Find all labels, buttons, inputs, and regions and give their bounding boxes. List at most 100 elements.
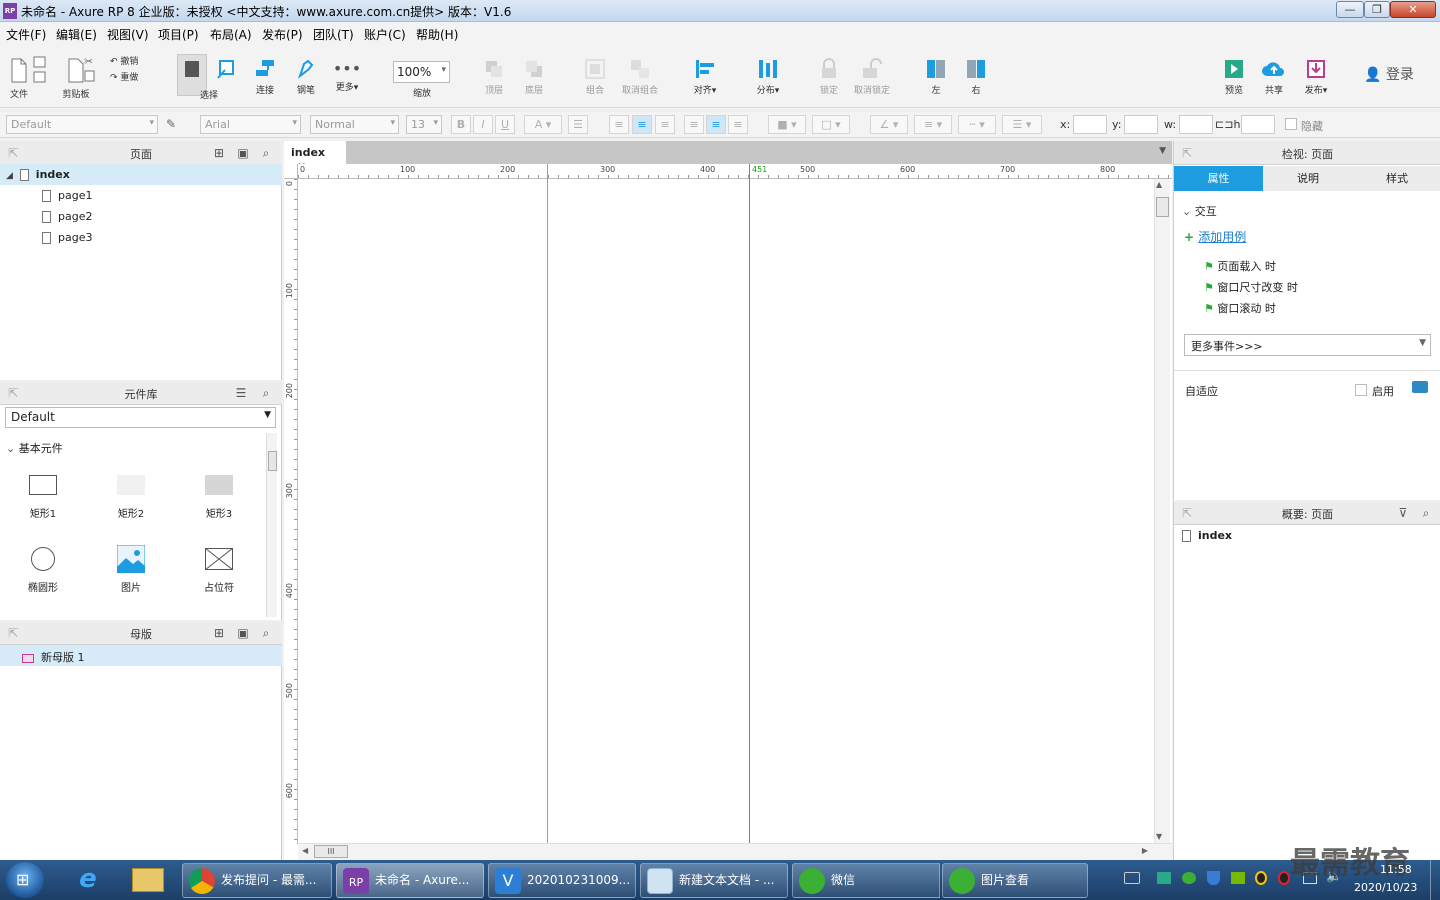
master-item[interactable]: 新母版 1: [0, 645, 282, 666]
maximize-button[interactable]: ❐: [1364, 1, 1390, 18]
rectangle2-widget-icon[interactable]: [117, 475, 145, 495]
menu-publish[interactable]: 发布(P): [262, 26, 303, 43]
placeholder-widget-icon[interactable]: [205, 548, 233, 570]
redo-button[interactable]: ↷ 重做: [110, 70, 138, 83]
adaptive-settings-icon[interactable]: [1412, 381, 1428, 393]
search-icon[interactable]: ⌕: [259, 626, 273, 640]
weight-select[interactable]: Normal: [310, 115, 399, 134]
w-input[interactable]: [1179, 115, 1213, 134]
minimize-button[interactable]: —: [1336, 1, 1364, 18]
wechat-tray-icon[interactable]: [1182, 872, 1196, 884]
search-icon[interactable]: ⌕: [259, 146, 273, 160]
page-tree-item-index[interactable]: ◢ index: [0, 164, 282, 185]
menu-help[interactable]: 帮助(H): [416, 26, 458, 43]
start-button[interactable]: ⊞: [6, 862, 44, 898]
menu-account[interactable]: 账户(C): [364, 26, 406, 43]
taskbar-item-notepad[interactable]: 新建文本文档 - ...: [640, 863, 788, 898]
page-tree-item-page2[interactable]: page2: [0, 206, 282, 227]
library-scrollbar[interactable]: [266, 433, 277, 617]
taskbar-item-wechat[interactable]: 微信: [792, 863, 940, 898]
scrollbar-thumb[interactable]: [268, 451, 277, 471]
taskbar-item-image-viewer[interactable]: 图片查看: [942, 863, 1088, 898]
bring-top-tool[interactable]: 顶层: [480, 58, 508, 96]
align-left-button[interactable]: ≡: [609, 115, 629, 134]
font-select[interactable]: Arial: [200, 115, 301, 134]
nvidia-tray-icon[interactable]: [1231, 872, 1245, 884]
guide-line-cyan[interactable]: [547, 164, 548, 843]
tab-dropdown-icon[interactable]: ▼: [1159, 146, 1166, 156]
bold-button[interactable]: B: [451, 115, 471, 134]
arrow-style-button[interactable]: ☰ ▾: [1002, 115, 1042, 134]
qq-tray-icon[interactable]: [1255, 871, 1267, 885]
select-tool[interactable]: [178, 58, 206, 83]
menu-edit[interactable]: 编辑(E): [56, 26, 97, 43]
ungroup-tool[interactable]: 取消组合: [618, 58, 662, 96]
filter-icon[interactable]: ⊽: [1396, 506, 1410, 520]
page-tree-item-page1[interactable]: page1: [0, 185, 282, 206]
h-input[interactable]: [1241, 115, 1275, 134]
undo-button[interactable]: ↶ 撤销: [110, 54, 138, 67]
zoom-select[interactable]: 100% ▾: [393, 61, 450, 83]
style-select[interactable]: Default: [6, 115, 158, 134]
library-group-header[interactable]: ⌄ 基本元件: [6, 440, 63, 456]
scrollbar-thumb[interactable]: [1156, 197, 1169, 217]
outline-item-index[interactable]: index: [1182, 529, 1232, 542]
line-color-button[interactable]: ∠ ▾: [870, 115, 908, 134]
add-page-icon[interactable]: ⊞: [212, 146, 226, 160]
align-right-button[interactable]: ≡: [655, 115, 675, 134]
qq-tray-icon-2[interactable]: [1278, 871, 1290, 885]
add-folder-icon[interactable]: ▣: [236, 146, 250, 160]
save-icon[interactable]: [33, 56, 47, 84]
menu-project[interactable]: 项目(P): [158, 26, 199, 43]
font-color-button[interactable]: A ▾: [524, 115, 562, 134]
interaction-section-header[interactable]: ⌄ 交互: [1182, 203, 1217, 219]
file-tool[interactable]: 文件: [6, 58, 32, 100]
x-input[interactable]: [1073, 115, 1107, 134]
tab-properties[interactable]: 属性: [1174, 166, 1263, 191]
rectangle1-widget-icon[interactable]: [29, 475, 57, 495]
ie-icon[interactable]: e: [70, 864, 106, 896]
event-window-scroll[interactable]: ⚑ 窗口滚动 时: [1204, 300, 1276, 316]
lock-tool[interactable]: 锁定: [815, 58, 843, 96]
italic-button[interactable]: I: [473, 115, 493, 134]
scroll-up-icon[interactable]: ▲: [1156, 180, 1162, 189]
canvas-horizontal-scrollbar[interactable]: ◀ III ▶: [298, 843, 1172, 860]
unlock-tool[interactable]: 取消锁定: [852, 58, 892, 96]
tab-notes[interactable]: 说明: [1264, 166, 1352, 191]
clock-time[interactable]: 11:58: [1380, 863, 1412, 876]
file-explorer-icon[interactable]: [132, 868, 164, 892]
more-events-select[interactable]: 更多事件>>> ▼: [1184, 334, 1431, 356]
keyboard-tray-icon[interactable]: [1124, 872, 1140, 884]
valign-middle-button[interactable]: ≡: [706, 115, 726, 134]
valign-bottom-button[interactable]: ≡: [728, 115, 748, 134]
add-case-link[interactable]: + 添加用例: [1184, 228, 1246, 245]
line-width-button[interactable]: ≡ ▾: [914, 115, 952, 134]
tab-index[interactable]: index ×: [284, 141, 346, 172]
menu-view[interactable]: 视图(V): [107, 26, 149, 43]
bullet-list-button[interactable]: ☰: [568, 115, 588, 134]
right-tool[interactable]: 右: [962, 58, 990, 96]
library-select[interactable]: Default ▼: [5, 407, 276, 428]
image-widget-icon[interactable]: [117, 545, 145, 573]
add-master-icon[interactable]: ⊞: [212, 626, 226, 640]
menu-file[interactable]: 文件(F): [6, 26, 46, 43]
close-button[interactable]: ✕: [1390, 1, 1436, 18]
menu-icon[interactable]: ☰: [234, 386, 248, 400]
y-input[interactable]: [1124, 115, 1158, 134]
event-window-resize[interactable]: ⚑ 窗口尺寸改变 时: [1204, 279, 1298, 295]
fill-color-button[interactable]: ■ ▾: [768, 115, 806, 134]
more-tool[interactable]: ••• 更多▾: [330, 58, 364, 93]
cut-copy-icon[interactable]: ✂: [83, 54, 97, 84]
taskbar-item-axure[interactable]: RP 未命名 - Axure...: [336, 863, 484, 898]
canvas-vertical-scrollbar[interactable]: ▲ ▼: [1154, 179, 1170, 843]
underline-button[interactable]: U: [495, 115, 515, 134]
connect-mode-tool[interactable]: [212, 58, 240, 83]
taskbar-item-chrome[interactable]: 发布提问 - 最需...: [182, 863, 332, 898]
publish-button[interactable]: 发布▾: [1298, 58, 1334, 96]
search-icon[interactable]: ⌕: [259, 386, 273, 400]
tray-app-icon[interactable]: [1157, 872, 1171, 884]
search-icon[interactable]: ⌕: [1419, 506, 1433, 520]
size-select[interactable]: 13: [406, 115, 442, 134]
connect-tool[interactable]: 连接: [250, 58, 280, 96]
canvas-area[interactable]: [284, 141, 1172, 860]
